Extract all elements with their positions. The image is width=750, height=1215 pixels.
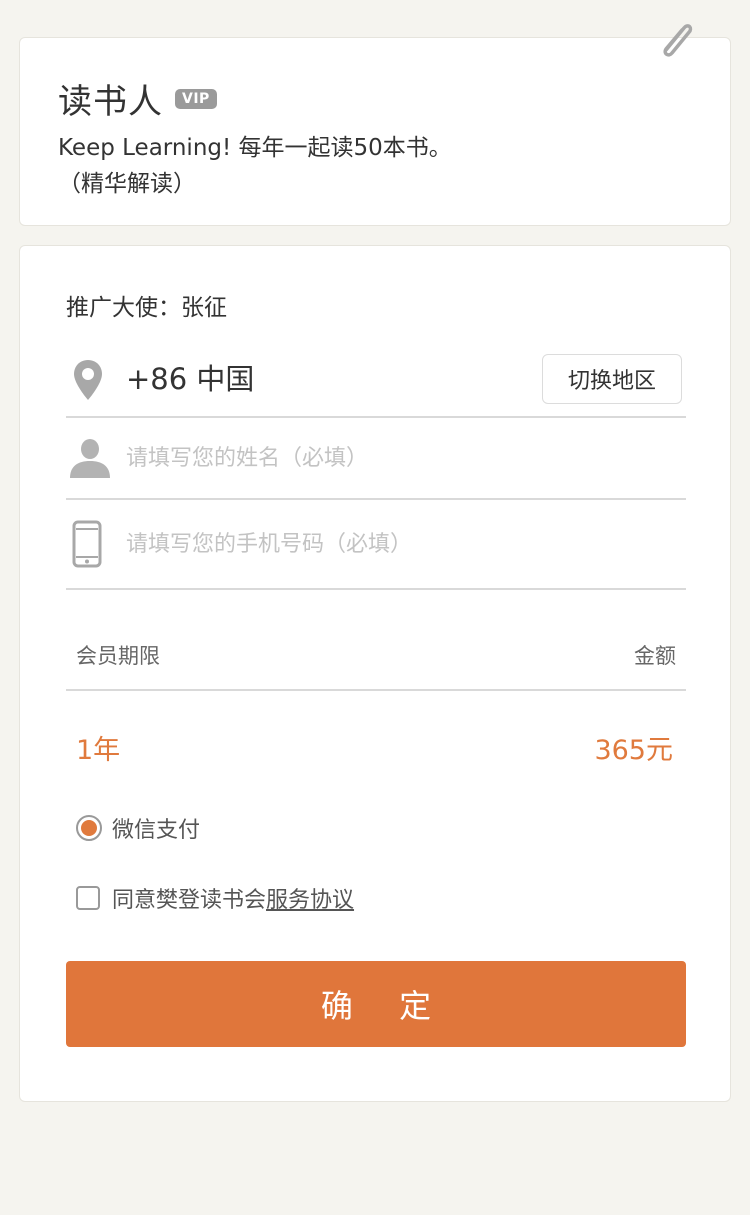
radio-selected-dot xyxy=(81,820,97,836)
wechat-pay-option[interactable]: 微信支付 xyxy=(76,812,200,844)
membership-header-row: 会员期限 金额 xyxy=(66,636,686,691)
name-row xyxy=(66,418,686,500)
wechat-pay-radio[interactable] xyxy=(76,815,102,841)
name-input[interactable] xyxy=(126,418,666,498)
amount-header: 金额 xyxy=(634,644,676,668)
phone-input[interactable] xyxy=(126,500,666,588)
phone-row xyxy=(66,500,686,590)
product-description: Keep Learning! 每年一起读50本书。 （精华解读） xyxy=(58,130,452,202)
region-code: +86 中国 xyxy=(126,362,255,396)
description-line-1: Keep Learning! 每年一起读50本书。 xyxy=(58,135,452,161)
vip-badge: VIP xyxy=(175,88,217,109)
paperclip-icon xyxy=(663,24,693,57)
region-row: +86 中国 切换地区 xyxy=(66,344,686,418)
product-title-row: 读书人 VIP xyxy=(58,74,217,123)
user-icon xyxy=(70,439,110,478)
promoter-label: 推广大使：张征 xyxy=(66,295,227,321)
wechat-pay-label: 微信支付 xyxy=(112,818,201,843)
membership-amount: 365元 xyxy=(594,735,673,766)
agreement-prefix: 同意樊登读书会 xyxy=(112,888,267,913)
agreement-row: 同意樊登读书会服务协议 xyxy=(76,882,354,914)
service-agreement-link[interactable]: 服务协议 xyxy=(266,888,354,913)
switch-region-button[interactable]: 切换地区 xyxy=(542,354,682,404)
membership-period: 1年 xyxy=(76,735,121,766)
agreement-checkbox[interactable] xyxy=(76,886,100,910)
period-header: 会员期限 xyxy=(76,644,160,668)
confirm-button[interactable]: 确 定 xyxy=(66,961,686,1047)
location-pin-icon xyxy=(74,360,102,400)
description-line-2: （精华解读） xyxy=(58,171,196,197)
signup-form-card: 推广大使：张征 +86 中国 切换地区 会员期限 金额 1年 365元 xyxy=(19,245,731,1102)
phone-icon xyxy=(72,520,102,568)
product-title: 读书人 xyxy=(58,82,163,122)
agreement-label: 同意樊登读书会服务协议 xyxy=(112,882,354,914)
product-card: 读书人 VIP Keep Learning! 每年一起读50本书。 （精华解读） xyxy=(19,24,731,226)
